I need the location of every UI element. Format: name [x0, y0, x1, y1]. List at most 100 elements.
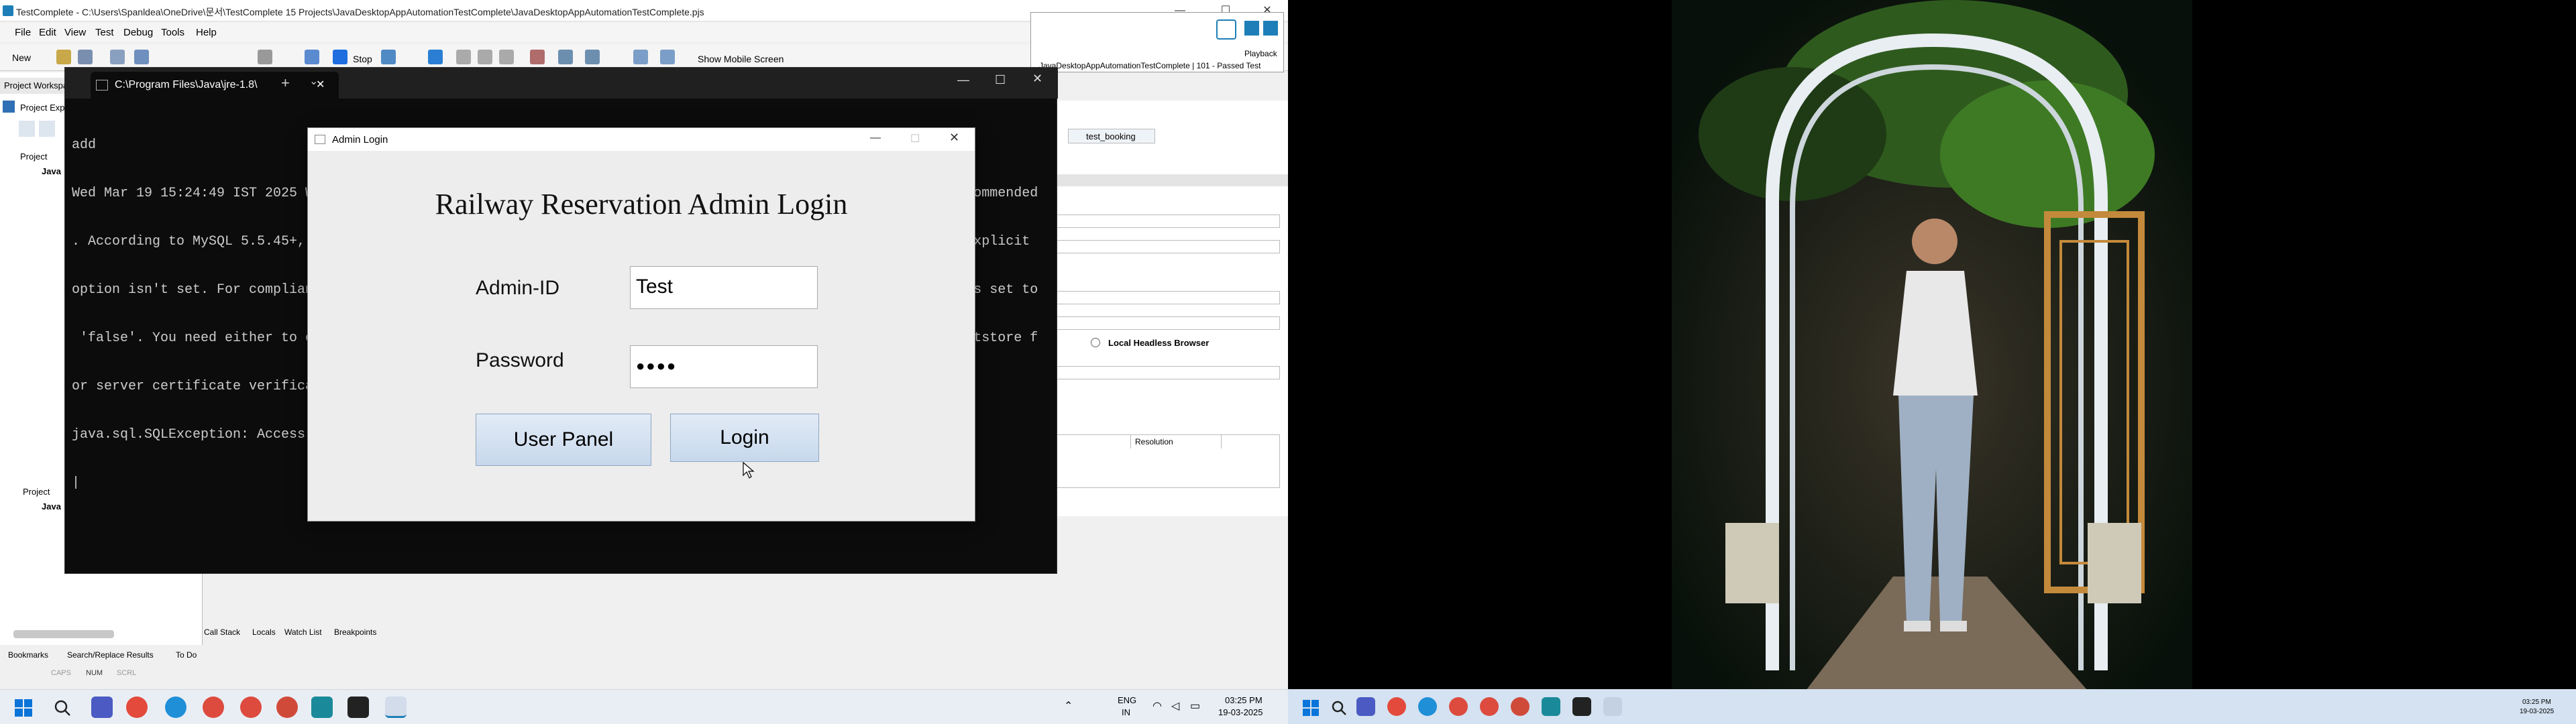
terminal-taskbar-icon[interactable]	[347, 697, 369, 718]
menu-help[interactable]: Help	[196, 27, 217, 38]
pause-icon[interactable]	[428, 50, 443, 64]
input-field[interactable]	[1052, 316, 1280, 330]
new-tab-icon[interactable]: +	[281, 74, 290, 92]
radio-button[interactable]	[1091, 338, 1100, 347]
horizontal-scrollbar[interactable]	[13, 630, 114, 638]
clock-time[interactable]: 03:25 PM	[2522, 699, 2551, 706]
java-taskbar-icon[interactable]	[385, 697, 407, 718]
speaker-icon[interactable]: ◁	[1171, 699, 1179, 713]
new-button[interactable]: New	[12, 52, 31, 63]
test-editor-panel: test_booking Local Headless Browser Reso…	[1052, 101, 1288, 516]
user-panel-button[interactable]: User Panel	[476, 414, 651, 466]
call-stack-tab[interactable]: Call Stack	[204, 627, 240, 637]
dropdown-field[interactable]	[1052, 291, 1280, 304]
record-icon[interactable]	[258, 50, 272, 64]
step-over-icon[interactable]	[478, 50, 492, 64]
locals-tab[interactable]: Locals	[252, 627, 276, 637]
maximize-icon[interactable]: ☐	[995, 73, 1006, 87]
java-window-icon	[315, 135, 325, 144]
console-tab[interactable]: C:\Program Files\Java\jre-1.8\ ✕	[91, 72, 339, 99]
edge-icon[interactable]	[1418, 697, 1437, 716]
run-icon[interactable]	[305, 50, 319, 64]
minimize-icon[interactable]: —	[957, 73, 969, 87]
language-primary[interactable]: ENG	[1118, 695, 1136, 705]
minimize-icon[interactable]: —	[870, 132, 881, 144]
breakpoints-tab[interactable]: Breakpoints	[334, 627, 376, 637]
clock-date[interactable]: 19-03-2025	[1218, 707, 1263, 717]
wallpaper-image	[1672, 0, 2192, 690]
edge-icon[interactable]	[165, 697, 186, 718]
menu-edit[interactable]: Edit	[39, 27, 56, 38]
testcomplete-taskbar-icon[interactable]	[1542, 697, 1560, 716]
testcomplete-taskbar-icon[interactable]	[311, 697, 333, 718]
teams-icon[interactable]	[91, 697, 113, 718]
chrome-icon[interactable]	[1480, 697, 1499, 716]
dropdown-field[interactable]	[1052, 366, 1280, 379]
project-icon[interactable]	[134, 50, 149, 64]
dropdown-field[interactable]	[1052, 240, 1280, 253]
chrome-icon[interactable]	[203, 697, 224, 718]
search-icon[interactable]	[1331, 700, 1347, 716]
stop-icon[interactable]	[333, 50, 347, 64]
resolution-column-header[interactable]: Resolution	[1130, 435, 1222, 448]
object-spy-icon[interactable]	[558, 50, 573, 64]
dialog-title: Admin Login	[332, 134, 388, 145]
wifi-icon[interactable]: ◠	[1152, 699, 1162, 713]
stop-button[interactable]: Stop	[353, 54, 372, 64]
breakpoint-icon[interactable]	[530, 50, 545, 64]
dropdown-field[interactable]	[1052, 215, 1280, 228]
menu-file[interactable]: File	[15, 27, 31, 38]
windows-start-icon[interactable]	[1303, 700, 1319, 716]
stop-icon[interactable]	[1263, 21, 1278, 36]
test-booking-tab[interactable]: test_booking	[1068, 129, 1155, 143]
windows-start-icon[interactable]	[15, 699, 32, 717]
teams-icon[interactable]	[1356, 697, 1375, 716]
admin-id-input[interactable]: Test	[630, 266, 818, 309]
clock-date[interactable]: 19-03-2025	[2520, 708, 2554, 715]
tree-item[interactable]: Project	[20, 152, 47, 162]
bookmarks-tab[interactable]: Bookmarks	[8, 650, 48, 660]
chrome-icon[interactable]	[240, 697, 262, 718]
java-taskbar-icon[interactable]	[1603, 697, 1622, 716]
todo-tab[interactable]: To Do	[176, 650, 197, 660]
menu-view[interactable]: View	[64, 27, 86, 38]
settings-icon[interactable]	[585, 50, 600, 64]
chevron-down-icon[interactable]: ⌄	[309, 74, 318, 88]
open-icon[interactable]	[56, 50, 71, 64]
tree-item[interactable]: Project	[23, 487, 50, 497]
step-out-icon[interactable]	[499, 50, 514, 64]
password-label: Password	[476, 349, 564, 371]
login-button[interactable]: Login	[670, 414, 819, 462]
tree-item[interactable]: Java	[42, 501, 61, 511]
chevron-up-icon[interactable]: ⌃	[1064, 699, 1073, 713]
clock-time[interactable]: 03:25 PM	[1225, 695, 1263, 705]
skype-icon[interactable]	[1387, 697, 1406, 716]
password-input[interactable]: ●●●●	[630, 345, 818, 388]
debug-icon[interactable]	[381, 50, 396, 64]
save-all-icon[interactable]	[110, 50, 125, 64]
toolbar-icon[interactable]	[19, 121, 35, 137]
menu-debug[interactable]: Debug	[123, 27, 153, 38]
menu-tools[interactable]: Tools	[161, 27, 184, 38]
close-icon[interactable]: ✕	[949, 131, 959, 145]
chrome-icon[interactable]	[1511, 697, 1529, 716]
battery-icon[interactable]: ▭	[1190, 699, 1200, 713]
search-icon[interactable]	[54, 699, 71, 717]
language-secondary[interactable]: IN	[1122, 707, 1130, 717]
close-icon[interactable]: ✕	[1032, 72, 1042, 86]
skype-icon[interactable]	[126, 697, 148, 718]
terminal-taskbar-icon[interactable]	[1572, 697, 1591, 716]
search-replace-tab[interactable]: Search/Replace Results	[67, 650, 154, 660]
show-mobile-screen-button[interactable]: Show Mobile Screen	[698, 54, 784, 64]
menu-test[interactable]: Test	[95, 27, 114, 38]
chrome-icon[interactable]	[276, 697, 298, 718]
mobile-icon[interactable]	[660, 50, 675, 64]
step-icon[interactable]	[456, 50, 471, 64]
tree-item[interactable]: Java	[42, 166, 61, 176]
pause-icon[interactable]	[1244, 21, 1259, 36]
chrome-icon[interactable]	[1449, 697, 1468, 716]
save-icon[interactable]	[78, 50, 93, 64]
spy-icon[interactable]	[633, 50, 648, 64]
watch-list-tab[interactable]: Watch List	[284, 627, 322, 637]
toolbar-icon[interactable]	[39, 121, 55, 137]
